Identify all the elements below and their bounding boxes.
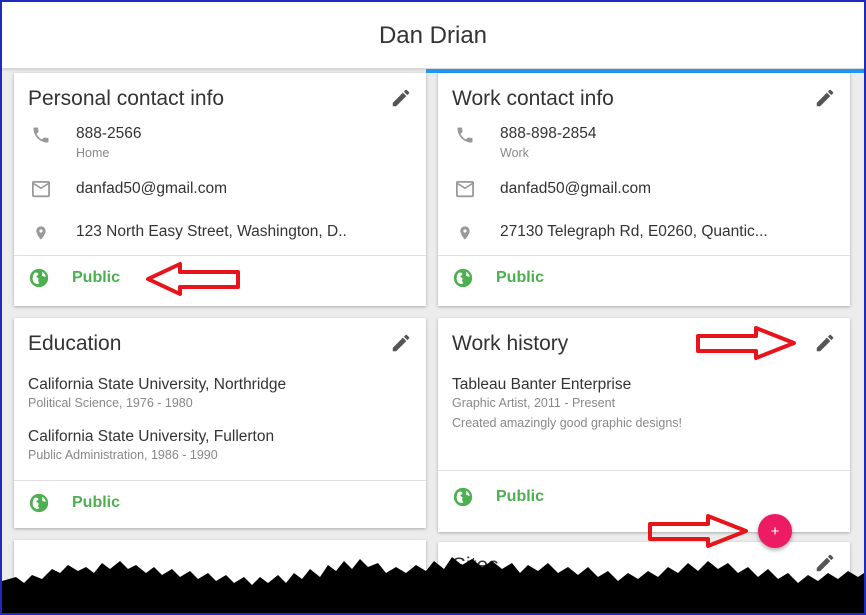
visibility-control[interactable]: Public — [28, 492, 120, 514]
degree-detail: Political Science, 1976 - 1980 — [28, 396, 193, 410]
annotation-arrow-left — [146, 262, 240, 296]
globe-icon — [29, 493, 49, 513]
pencil-icon[interactable] — [814, 332, 836, 354]
email-icon — [32, 181, 50, 198]
visibility-control[interactable]: Public — [452, 267, 544, 289]
degree-detail: Public Administration, 1986 - 1990 — [28, 448, 218, 462]
street-address: 123 North Easy Street, Washington, D.. — [76, 223, 347, 240]
profile-header: Dan Drian — [2, 2, 864, 69]
email-row[interactable]: danfad50@gmail.com — [452, 180, 651, 200]
visibility-label: Public — [496, 488, 545, 505]
plus-icon: + — [770, 522, 780, 540]
visibility-label: Public — [72, 494, 121, 511]
company-name: Tableau Banter Enterprise — [452, 376, 632, 393]
profile-name: Dan Drian — [378, 22, 488, 49]
phone-row[interactable]: 888-898-2854 Work — [452, 125, 597, 160]
visibility-label: Public — [496, 269, 545, 286]
visibility-control[interactable]: Public — [28, 267, 120, 289]
email-icon — [456, 181, 474, 198]
phone-number: 888-2566 — [76, 125, 142, 142]
visibility-label: Public — [72, 269, 121, 286]
torn-edge-decoration — [2, 557, 864, 613]
phone-icon — [33, 127, 49, 143]
education-entry: California State University, Fullerton P… — [28, 428, 274, 462]
phone-type: Work — [500, 146, 529, 160]
location-icon — [460, 226, 470, 240]
card-title: Work history — [452, 332, 569, 355]
job-role: Graphic Artist, 2011 - Present — [452, 396, 616, 410]
annotation-arrow-right — [696, 326, 796, 360]
email-address: danfad50@gmail.com — [500, 180, 652, 197]
phone-row[interactable]: 888-2566 Home — [28, 125, 142, 160]
phone-type: Home — [76, 146, 110, 160]
school-name: California State University, Fullerton — [28, 428, 275, 445]
work-contact-card: Work contact info 888-898-2854 Work danf… — [438, 73, 850, 306]
visibility-control[interactable]: Public — [452, 486, 544, 508]
email-address: danfad50@gmail.com — [76, 180, 228, 197]
divider — [438, 255, 850, 256]
work-entry: Tableau Banter Enterprise Graphic Artist… — [452, 376, 682, 430]
job-description: Created amazingly good graphic designs! — [452, 416, 682, 430]
card-title: Personal contact info — [28, 87, 225, 110]
school-name: California State University, Northridge — [28, 376, 287, 393]
pencil-icon[interactable] — [814, 87, 836, 109]
divider — [438, 470, 850, 471]
address-row[interactable]: 27130 Telegraph Rd, E0260, Quantic... — [452, 223, 768, 243]
divider — [14, 480, 426, 481]
app-frame: Dan Drian Personal contact info 888-2566… — [0, 0, 866, 615]
card-title: Education — [28, 332, 122, 355]
globe-icon — [453, 487, 473, 507]
phone-number: 888-898-2854 — [500, 125, 597, 142]
pencil-icon[interactable] — [390, 332, 412, 354]
pencil-icon[interactable] — [390, 87, 412, 109]
globe-icon — [29, 268, 49, 288]
location-icon — [36, 226, 46, 240]
education-entry: California State University, Northridge … — [28, 376, 286, 410]
divider — [14, 255, 426, 256]
email-row[interactable]: danfad50@gmail.com — [28, 180, 227, 200]
globe-icon — [453, 268, 473, 288]
street-address: 27130 Telegraph Rd, E0260, Quantic... — [500, 223, 768, 240]
phone-icon — [457, 127, 473, 143]
address-row[interactable]: 123 North Easy Street, Washington, D.. — [28, 223, 347, 243]
education-card: Education California State University, N… — [14, 318, 426, 528]
card-title: Work contact info — [452, 87, 614, 110]
